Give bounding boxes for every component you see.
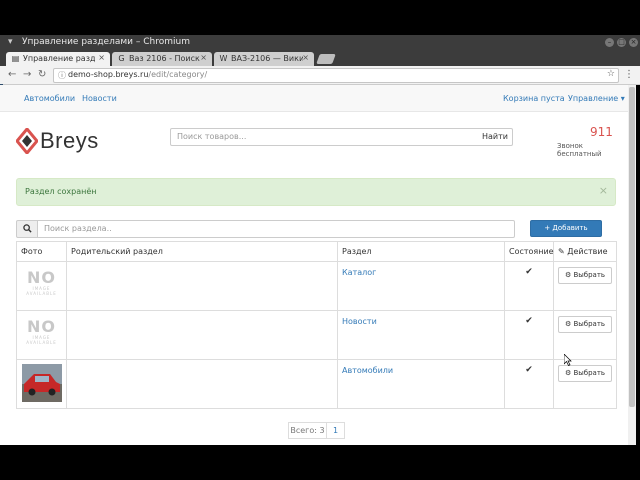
page-link-1[interactable]: 1 [326, 422, 345, 439]
window-titlebar: ▾ Управление разделами – Chromium – □ × [0, 35, 640, 50]
check-icon: ✔ [525, 267, 533, 277]
choose-button[interactable]: ⚙ Выбрать [558, 316, 612, 333]
parent-cell [66, 310, 338, 360]
back-icon[interactable]: ← [8, 69, 16, 80]
browser-tab-active[interactable]: ▤ Управление раздел × [6, 52, 110, 66]
check-icon: ✔ [525, 365, 533, 375]
tab-close-icon[interactable]: × [98, 53, 105, 62]
browser-tab[interactable]: G Ваз 2106 - Поиск × [112, 52, 212, 66]
close-window-icon[interactable]: × [629, 38, 638, 47]
address-bar[interactable]: ⓘ demo-shop.breys.ru/edit/category/ ☆ [53, 68, 619, 83]
page-viewport: Автомобили Новости Корзина пуста Управле… [0, 85, 628, 445]
google-icon: G [118, 54, 125, 63]
no-image-placeholder: NO IMAGE AVAILABLE [26, 268, 57, 297]
sections-table: Фото Родительский раздел Раздел Состояни… [16, 241, 617, 409]
browser-tab[interactable]: W ВАЗ-2106 — Вики × [214, 52, 314, 66]
nav-link-news[interactable]: Новости [82, 94, 117, 103]
tab-close-icon[interactable]: × [302, 53, 309, 62]
cart-link[interactable]: Корзина пуста [503, 94, 565, 103]
browser-toolbar: ← → ↻ ⓘ demo-shop.breys.ru/edit/category… [0, 66, 640, 85]
col-header-section: Раздел [337, 241, 505, 262]
photo-cell: NO IMAGE AVAILABLE [16, 261, 67, 311]
search-button[interactable]: Найти [478, 128, 513, 146]
phone-note: Звонок бесплатный [557, 142, 602, 158]
alert-message: Раздел сохранён [25, 187, 97, 196]
action-cell: ⚙ Выбрать [553, 359, 617, 409]
parent-cell [66, 261, 338, 311]
tab-close-icon[interactable]: × [200, 53, 207, 62]
url-text: demo-shop.breys.ru/edit/category/ [68, 70, 208, 79]
pagination-total: Всего: 3 [288, 422, 327, 439]
state-cell: ✔ [504, 261, 554, 311]
section-cell: Новости [337, 310, 505, 360]
gear-icon: ⚙ [564, 320, 572, 328]
screen-bottom-black [0, 445, 640, 480]
nav-link-cars[interactable]: Автомобили [24, 94, 75, 103]
new-tab-button[interactable] [316, 54, 336, 64]
window-title: Управление разделами – Chromium [22, 37, 190, 47]
window-menu-icon[interactable]: ▾ [8, 37, 13, 47]
forward-icon[interactable]: → [23, 69, 31, 80]
no-image-placeholder: NO IMAGE AVAILABLE [26, 317, 57, 346]
col-header-action: ✎ Действие [553, 241, 617, 262]
photo-cell: NO IMAGE AVAILABLE [16, 310, 67, 360]
product-search-input[interactable]: Поиск товаров... [170, 128, 480, 146]
mouse-cursor-icon [564, 354, 572, 366]
state-cell: ✔ [504, 310, 554, 360]
table-row: NO IMAGE AVAILABLE Каталог ✔ ⚙ Выбрать [16, 261, 617, 311]
table-row: NO IMAGE AVAILABLE Новости ✔ ⚙ Выбрать [16, 310, 617, 360]
minimize-icon[interactable]: – [605, 38, 614, 47]
section-cell: Автомобили [337, 359, 505, 409]
state-cell: ✔ [504, 359, 554, 409]
alert-close-icon[interactable]: × [599, 184, 608, 197]
table-header-row: Фото Родительский раздел Раздел Состояни… [16, 241, 617, 262]
action-cell: ⚙ Выбрать [553, 261, 617, 311]
site-topnav: Автомобили Новости Корзина пуста Управле… [0, 85, 628, 112]
choose-button[interactable]: ⚙ Выбрать [558, 267, 612, 284]
parent-cell [66, 359, 338, 409]
page-scrollbar[interactable] [628, 85, 636, 445]
tab-label: ВАЗ-2106 — Вики [231, 54, 303, 63]
section-cell: Каталог [337, 261, 505, 311]
wikipedia-icon: W [219, 54, 228, 63]
col-header-state: Состояние [504, 241, 554, 262]
search-icon [16, 220, 38, 238]
section-link[interactable]: Новости [342, 317, 504, 326]
car-thumbnail [21, 364, 62, 402]
logo-text[interactable]: Breys [40, 128, 99, 154]
scrollbar-thumb[interactable] [629, 87, 635, 407]
gear-icon: ⚙ [564, 369, 572, 377]
action-cell: ⚙ Выбрать [553, 310, 617, 360]
photo-cell [16, 359, 67, 409]
choose-button[interactable]: ⚙ Выбрать [558, 365, 612, 382]
section-link[interactable]: Каталог [342, 268, 504, 277]
page-icon: ▤ [11, 54, 20, 63]
tab-label: Ваз 2106 - Поиск [129, 54, 200, 63]
col-header-photo: Фото [16, 241, 67, 262]
gear-icon: ⚙ [564, 271, 572, 279]
browser-menu-icon[interactable]: ⋮ [624, 69, 634, 80]
breys-logo-icon[interactable] [16, 128, 38, 154]
section-search-input[interactable]: Поиск раздела.. [37, 220, 515, 238]
section-link[interactable]: Автомобили [342, 366, 504, 375]
manage-dropdown[interactable]: Управление ▾ [568, 94, 625, 103]
table-row: Автомобили ✔ ⚙ Выбрать [16, 359, 617, 409]
col-header-parent: Родительский раздел [66, 241, 338, 262]
add-section-button[interactable]: + Добавить раздел [530, 220, 602, 247]
check-icon: ✔ [525, 316, 533, 326]
success-alert: Раздел сохранён × [16, 178, 616, 206]
tab-strip: ▤ Управление раздел × G Ваз 2106 - Поиск… [0, 50, 640, 66]
tab-label: Управление раздел [23, 54, 95, 63]
phone-number: 911 [590, 125, 613, 139]
info-icon[interactable]: ⓘ [58, 70, 66, 81]
bookmark-star-icon[interactable]: ☆ [607, 69, 615, 79]
edit-icon: ✎ [558, 247, 565, 256]
site-header: Breys Поиск товаров... Найти 911 Звонок … [0, 112, 628, 172]
maximize-icon[interactable]: □ [617, 38, 626, 47]
reload-icon[interactable]: ↻ [38, 69, 46, 80]
